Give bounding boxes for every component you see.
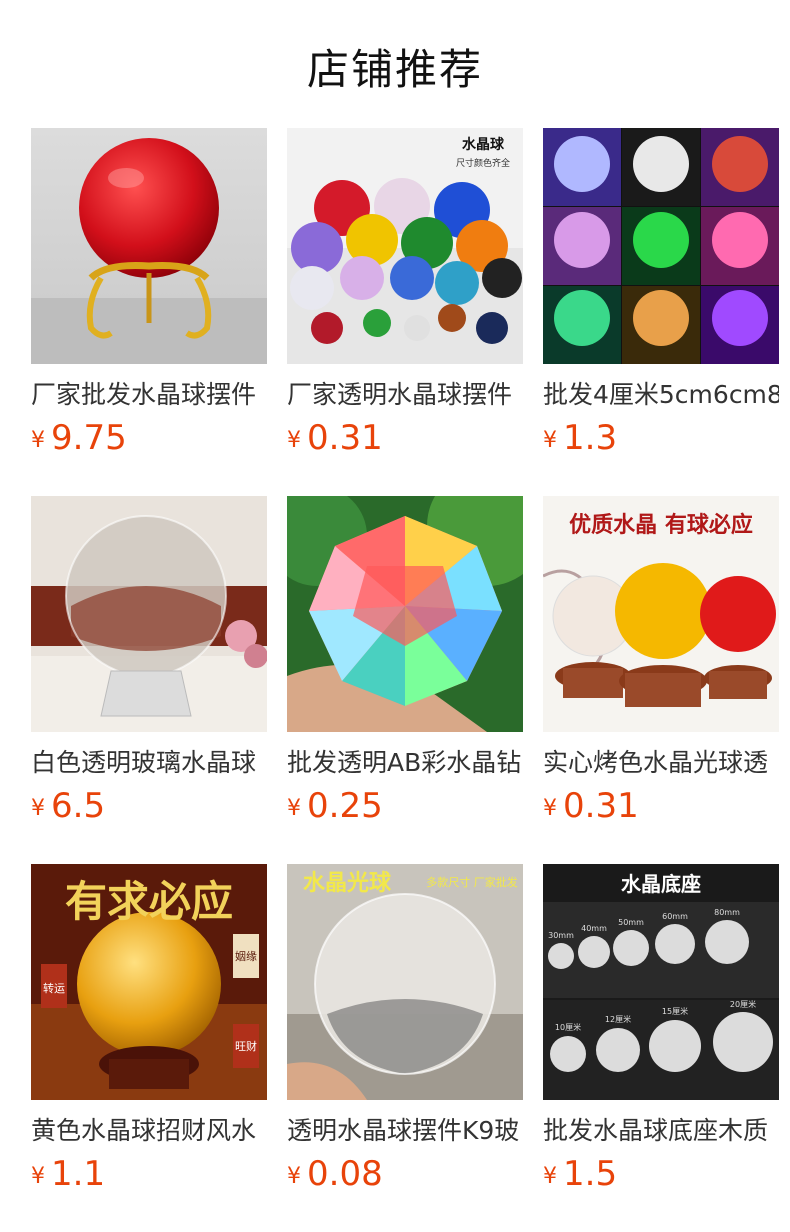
product-price: ¥1.3 bbox=[543, 416, 617, 460]
image-tag: 20厘米 bbox=[730, 999, 756, 1009]
product-name[interactable]: 批发透明AB彩水晶钻 bbox=[287, 746, 523, 780]
currency-symbol: ¥ bbox=[543, 428, 557, 453]
image-tag: 10厘米 bbox=[555, 1022, 581, 1032]
image-caption: 水晶底座 bbox=[621, 872, 701, 896]
image-tag: 80mm bbox=[714, 908, 740, 917]
product-price: ¥0.08 bbox=[287, 1152, 383, 1196]
image-tag: 60mm bbox=[662, 912, 688, 921]
price-value: 0.31 bbox=[307, 418, 383, 458]
image-caption: 水晶球 bbox=[462, 136, 505, 153]
currency-symbol: ¥ bbox=[543, 796, 557, 821]
image-tag: 30mm bbox=[548, 931, 574, 940]
image-tag: 12厘米 bbox=[605, 1014, 631, 1024]
product-name[interactable]: 厂家透明水晶球摆件 bbox=[287, 378, 523, 412]
product-image[interactable] bbox=[543, 128, 779, 364]
product-image[interactable]: 有求必应 转运 姻缘 旺财 bbox=[31, 864, 267, 1100]
product-name[interactable]: 实心烤色水晶光球透 bbox=[543, 746, 779, 780]
currency-symbol: ¥ bbox=[31, 428, 45, 453]
image-tag: 50mm bbox=[618, 918, 644, 927]
product-name[interactable]: 黄色水晶球招财风水 bbox=[31, 1114, 267, 1148]
product-card[interactable]: 白色透明玻璃水晶球 ¥6.5 bbox=[31, 496, 267, 826]
product-price: ¥0.25 bbox=[287, 784, 383, 828]
image-subcaption: 尺寸颜色齐全 bbox=[456, 157, 510, 169]
image-tag: 旺财 bbox=[235, 1039, 257, 1053]
product-card[interactable]: 厂家批发水晶球摆件 ¥9.75 bbox=[31, 128, 267, 458]
product-price: ¥6.5 bbox=[31, 784, 105, 828]
product-card[interactable]: 批发4厘米5cm6cm8 ¥1.3 bbox=[543, 128, 779, 458]
price-value: 1.3 bbox=[563, 418, 618, 458]
price-value: 0.08 bbox=[307, 1154, 383, 1194]
image-caption: 有求必应 bbox=[65, 877, 233, 926]
product-image[interactable]: 水晶底座 30mm 40mm 50mm 60mm 80mm 10厘米 12厘米 … bbox=[543, 864, 779, 1100]
product-image[interactable]: 水晶光球 多款尺寸 厂家批发 bbox=[287, 864, 523, 1100]
price-value: 0.25 bbox=[307, 786, 383, 826]
product-card[interactable]: 批发透明AB彩水晶钻 ¥0.25 bbox=[287, 496, 523, 826]
product-name[interactable]: 批发4厘米5cm6cm8 bbox=[543, 378, 779, 412]
product-name[interactable]: 透明水晶球摆件K9玻 bbox=[287, 1114, 523, 1148]
product-price: ¥0.31 bbox=[287, 416, 383, 460]
product-image[interactable] bbox=[287, 496, 523, 732]
product-card[interactable]: 优质水晶 有球必应 实心烤色水晶光球透 ¥0.31 bbox=[543, 496, 779, 826]
product-card[interactable]: 水晶光球 多款尺寸 厂家批发 透明水晶球摆件K9玻 ¥0.08 bbox=[287, 864, 523, 1194]
product-name[interactable]: 批发水晶球底座木质 bbox=[543, 1114, 779, 1148]
product-card[interactable]: 有求必应 转运 姻缘 旺财 黄色水晶球招财风水 ¥1.1 bbox=[31, 864, 267, 1194]
price-value: 1.1 bbox=[51, 1154, 106, 1194]
currency-symbol: ¥ bbox=[31, 796, 45, 821]
product-image[interactable] bbox=[31, 128, 267, 364]
image-subcaption: 多款尺寸 厂家批发 bbox=[426, 875, 518, 889]
currency-symbol: ¥ bbox=[31, 1164, 45, 1189]
product-name[interactable]: 厂家批发水晶球摆件 bbox=[31, 378, 267, 412]
product-price: ¥9.75 bbox=[31, 416, 127, 460]
currency-symbol: ¥ bbox=[287, 796, 301, 821]
price-value: 9.75 bbox=[51, 418, 127, 458]
product-image[interactable]: 水晶球 尺寸颜色齐全 bbox=[287, 128, 523, 364]
product-name[interactable]: 白色透明玻璃水晶球 bbox=[31, 746, 267, 780]
price-value: 0.31 bbox=[563, 786, 639, 826]
image-caption: 优质水晶 有球必应 bbox=[569, 512, 753, 538]
currency-symbol: ¥ bbox=[287, 428, 301, 453]
price-value: 6.5 bbox=[51, 786, 106, 826]
product-image[interactable] bbox=[31, 496, 267, 732]
price-value: 1.5 bbox=[563, 1154, 618, 1194]
image-tag: 转运 bbox=[43, 981, 65, 995]
product-price: ¥0.31 bbox=[543, 784, 639, 828]
image-tag: 40mm bbox=[581, 924, 607, 933]
page-title: 店铺推荐 bbox=[306, 45, 483, 94]
product-price: ¥1.5 bbox=[543, 1152, 617, 1196]
product-card[interactable]: 水晶球 尺寸颜色齐全 厂家透明水晶球摆件 ¥0.31 bbox=[287, 128, 523, 458]
currency-symbol: ¥ bbox=[543, 1164, 557, 1189]
product-image[interactable]: 优质水晶 有球必应 bbox=[543, 496, 779, 732]
image-caption: 水晶光球 bbox=[303, 870, 392, 896]
image-tag: 15厘米 bbox=[662, 1006, 688, 1016]
product-card[interactable]: 水晶底座 30mm 40mm 50mm 60mm 80mm 10厘米 12厘米 … bbox=[543, 864, 779, 1194]
currency-symbol: ¥ bbox=[287, 1164, 301, 1189]
image-tag: 姻缘 bbox=[235, 949, 257, 963]
product-price: ¥1.1 bbox=[31, 1152, 105, 1196]
